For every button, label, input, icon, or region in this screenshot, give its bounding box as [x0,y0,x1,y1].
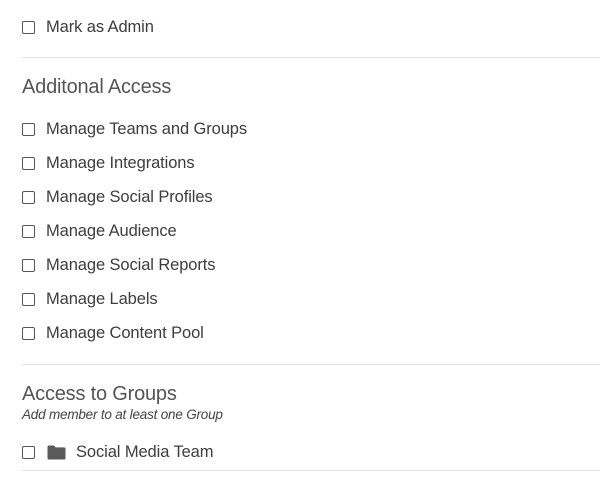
folder-icon [47,445,66,460]
permission-checkbox[interactable] [22,292,35,306]
permission-checkbox[interactable] [22,258,35,272]
permission-checkbox[interactable] [22,122,35,136]
permission-label: Manage Integrations [46,153,195,172]
permission-label: Manage Audience [46,221,177,240]
permission-label: Manage Labels [46,289,158,308]
group-checkbox[interactable] [22,445,35,459]
divider [22,470,600,471]
permission-checkbox[interactable] [22,224,35,238]
permission-checkbox[interactable] [22,156,35,170]
permission-checkbox[interactable] [22,326,35,340]
access-to-groups-title: Access to Groups [22,383,177,405]
group-row-social-media-team[interactable]: Social Media Team [22,440,214,464]
admin-checkbox-row[interactable]: Mark as Admin [22,15,154,39]
permission-row-manage-audience[interactable]: Manage Audience [22,219,177,243]
admin-checkbox-label: Mark as Admin [46,17,154,36]
permission-row-manage-teams-and-groups[interactable]: Manage Teams and Groups [22,117,247,141]
additional-access-title: Additonal Access [22,76,172,98]
permission-row-manage-content-pool[interactable]: Manage Content Pool [22,321,204,345]
permission-checkbox[interactable] [22,190,35,204]
permission-row-manage-social-profiles[interactable]: Manage Social Profiles [22,185,213,209]
group-label: Social Media Team [76,442,214,461]
divider [22,364,600,365]
permission-row-manage-integrations[interactable]: Manage Integrations [22,151,195,175]
permission-label: Manage Social Reports [46,255,216,274]
permission-label: Manage Content Pool [46,323,204,342]
permission-row-manage-social-reports[interactable]: Manage Social Reports [22,253,216,277]
permission-label: Manage Teams and Groups [46,119,248,138]
access-to-groups-subtitle: Add member to at least one Group [22,407,223,422]
permission-label: Manage Social Profiles [46,187,213,206]
admin-checkbox[interactable] [22,20,35,34]
permission-row-manage-labels[interactable]: Manage Labels [22,287,158,311]
member-permissions-panel: Mark as Admin Additonal Access Manage Te… [0,0,600,479]
divider [22,57,600,58]
